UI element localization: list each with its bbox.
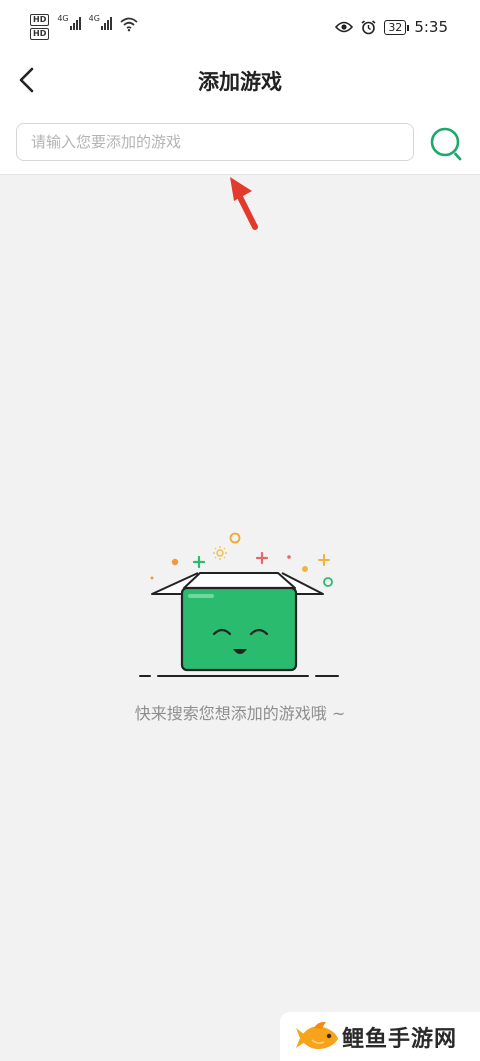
hd-badge: HD <box>30 28 50 40</box>
clock: 5:35 <box>414 18 448 36</box>
cell-signal-1: 4G <box>57 14 81 30</box>
network-type-label: 4G <box>57 14 69 23</box>
search-input[interactable] <box>16 123 414 161</box>
page-title: 添加游戏 <box>198 70 282 94</box>
status-bar-left: HD HD 4G 4G <box>30 14 138 40</box>
cell-signal-2: 4G <box>89 14 112 30</box>
status-bar: HD HD 4G 4G 32 5:35 <box>0 0 480 56</box>
nav-header: 添加游戏 <box>0 56 480 104</box>
watermark: 鲤鱼手游网 <box>280 1012 480 1061</box>
signal-icon <box>100 14 112 30</box>
network-type-label: 4G <box>88 14 100 23</box>
status-bar-right: 32 5:35 <box>335 18 448 36</box>
battery-icon: 32 <box>384 19 410 35</box>
empty-state-message: 快来搜索您想添加的游戏哦 ~ <box>134 704 346 723</box>
watermark-text: 鲤鱼手游网 <box>342 1027 458 1052</box>
wifi-icon <box>120 17 138 32</box>
hd-badge: HD <box>30 14 50 26</box>
red-arrow-icon <box>230 177 258 230</box>
hd-badges: HD HD <box>30 14 50 40</box>
goldfish-logo-icon <box>296 1021 338 1050</box>
alarm-icon <box>361 19 376 34</box>
search-icon[interactable] <box>428 124 464 162</box>
smiling-green-box-icon <box>139 532 339 677</box>
signal-icon <box>69 14 81 30</box>
eye-icon <box>335 21 354 33</box>
